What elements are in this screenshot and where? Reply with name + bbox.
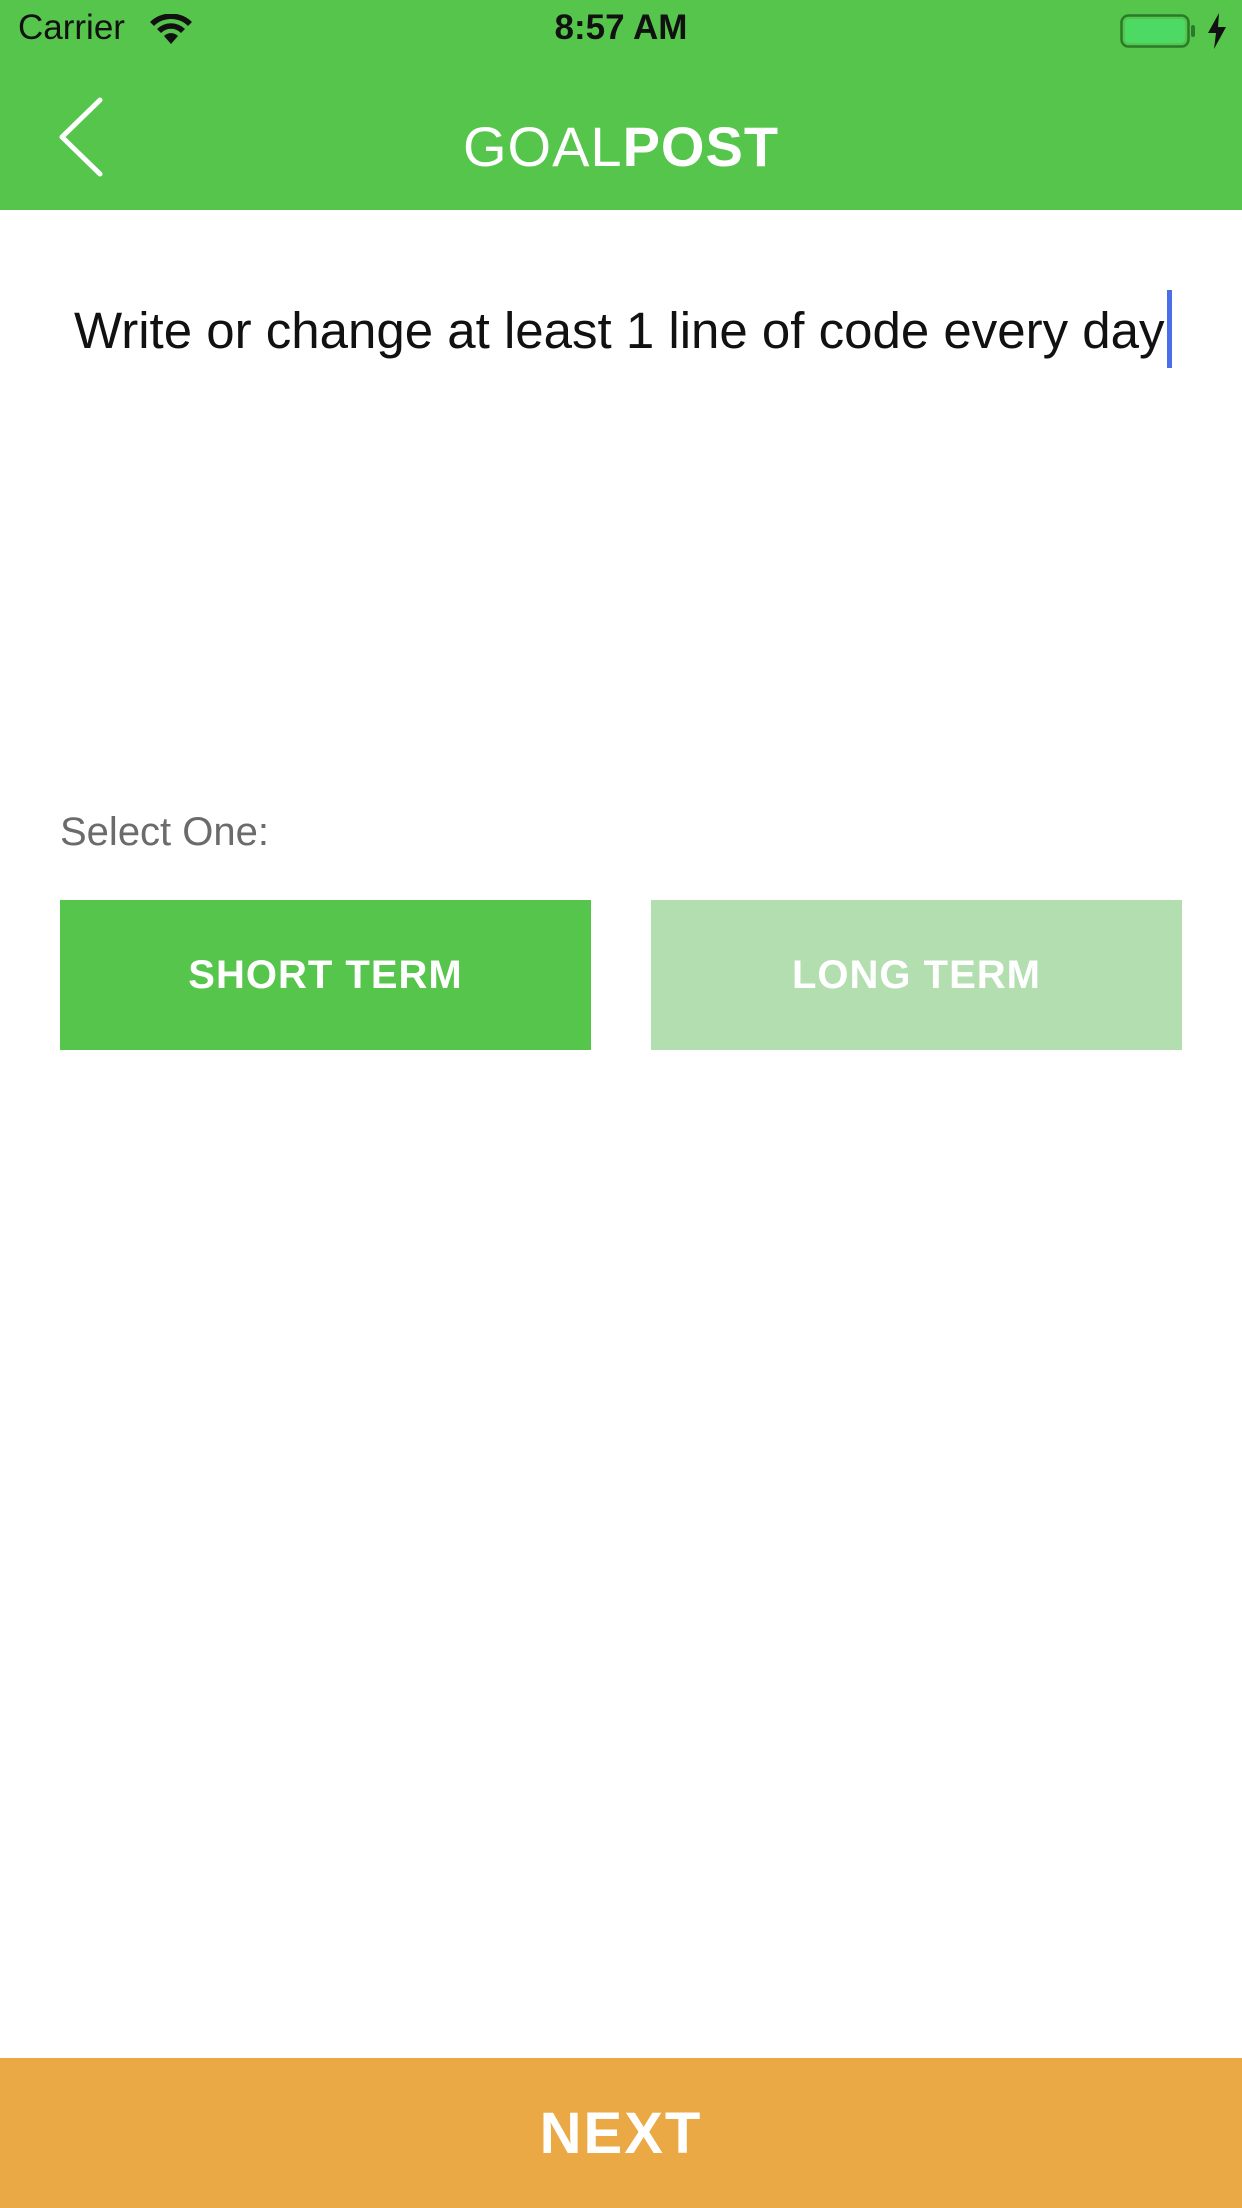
status-time: 8:57 AM — [554, 8, 688, 47]
goal-text-value: Write or change at least 1 line of code … — [74, 302, 1165, 359]
long-term-button[interactable]: LONG TERM — [651, 900, 1182, 1050]
short-term-button[interactable]: SHORT TERM — [60, 900, 591, 1050]
status-bar: Carrier 8:57 AM — [0, 0, 1242, 62]
select-one-label: Select One: — [60, 810, 270, 854]
create-goal-screen: Carrier 8:57 AM GOALPOST Write or change… — [0, 0, 1242, 2208]
next-button[interactable]: NEXT — [0, 2058, 1242, 2208]
text-caret — [1166, 290, 1172, 368]
app-title-goal: GOAL — [462, 115, 623, 178]
nav-bar: GOALPOST — [0, 62, 1242, 210]
goal-text-input[interactable]: Write or change at least 1 line of code … — [74, 290, 1194, 730]
app-title: GOALPOST — [0, 114, 1242, 179]
battery-icon — [1120, 14, 1195, 48]
header: Carrier 8:57 AM GOALPOST — [0, 0, 1242, 210]
charging-icon — [1208, 13, 1226, 49]
app-title-post: POST — [622, 115, 780, 178]
